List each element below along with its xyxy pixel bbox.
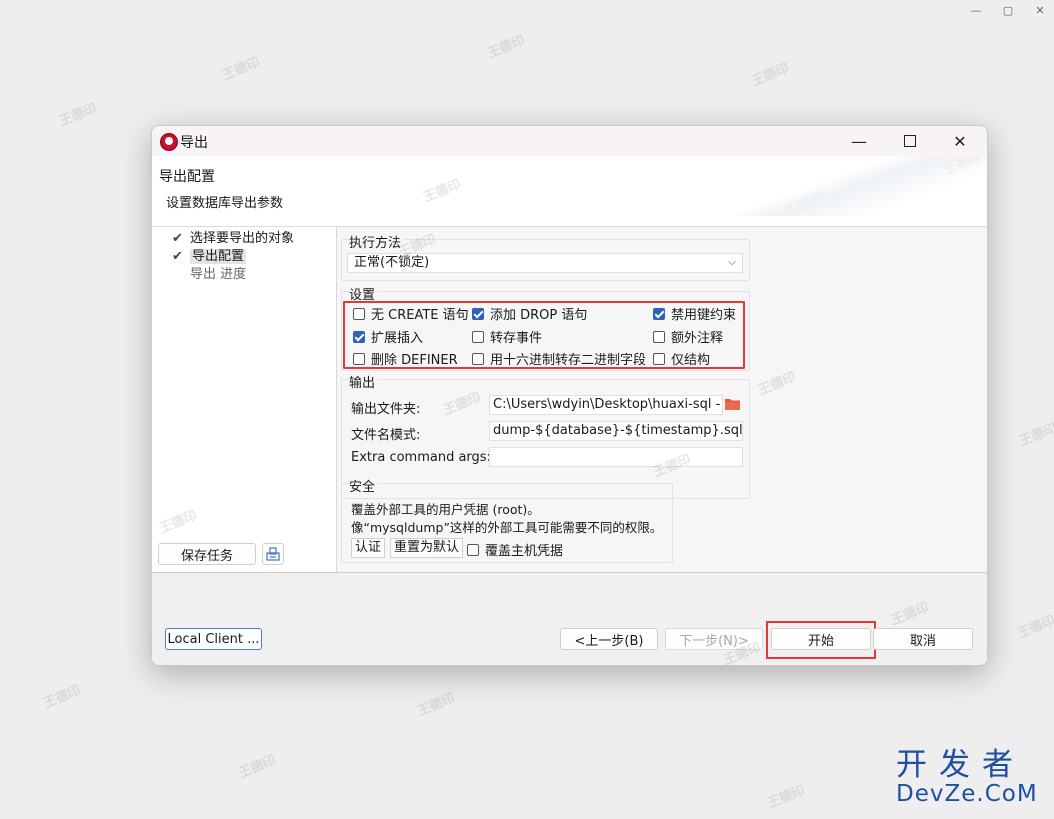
- watermark: 王德印: [765, 783, 808, 812]
- save-task-icon-button[interactable]: [262, 543, 284, 565]
- checkbox[interactable]: [353, 352, 365, 365]
- watermark: 王德印: [236, 753, 279, 782]
- maximize-button[interactable]: [888, 126, 932, 156]
- cancel-button[interactable]: 取消: [873, 628, 973, 650]
- output-folder-label: 输出文件夹:: [351, 402, 421, 417]
- dialog-footer: Local Client ... <上一步(B) 下一步(N)> 开始 取消 王…: [152, 572, 987, 665]
- brand-top-text: 开发者: [896, 747, 1025, 783]
- previous-button[interactable]: <上一步(B): [560, 628, 658, 650]
- watermark: 王德印: [1015, 613, 1054, 642]
- watermark: 王德印: [1017, 421, 1054, 450]
- watermark: 王德印: [889, 600, 932, 629]
- step-select-objects[interactable]: ✔ 选择要导出的对象: [172, 227, 294, 246]
- checkbox[interactable]: [472, 330, 484, 343]
- checkbox[interactable]: [653, 307, 665, 320]
- minimize-icon: —: [851, 131, 867, 151]
- start-button[interactable]: 开始: [771, 628, 871, 650]
- security-description-line1: 覆盖外部工具的用户凭据 (root)。: [351, 502, 540, 517]
- dialog-title: 导出: [180, 135, 208, 151]
- watermark: 王德印: [57, 101, 100, 130]
- local-client-button[interactable]: Local Client ...: [165, 628, 262, 650]
- checkbox[interactable]: [653, 352, 665, 365]
- check-icon: ✔: [172, 249, 183, 264]
- outer-minimize-icon[interactable]: —: [970, 4, 982, 17]
- step-export-config[interactable]: ✔ 导出配置: [172, 245, 247, 264]
- export-dialog: 导出 — ✕ 导出配置 设置数据库导出参数 王德印 王德印 王德印 ✔ 选择要导出…: [151, 125, 988, 666]
- watermark: 王德印: [756, 370, 799, 399]
- override-host-credentials[interactable]: 覆盖主机凭据: [467, 540, 563, 559]
- extra-args-label: Extra command args:: [351, 450, 491, 465]
- watermark: 王德印: [749, 61, 792, 90]
- watermark: 王德印: [941, 156, 984, 178]
- watermark: 王德印: [157, 508, 200, 537]
- watermark: 王德印: [485, 33, 528, 62]
- checkbox[interactable]: [467, 543, 479, 556]
- watermark: 王德印: [220, 55, 263, 84]
- dialog-titlebar: 导出 — ✕: [152, 126, 987, 156]
- output-folder-input[interactable]: C:\Users\wdyin\Desktop\huaxi-sql -1: [489, 395, 723, 415]
- extra-args-input[interactable]: [489, 447, 743, 467]
- page-header: 导出配置 设置数据库导出参数 王德印 王德印 王德印: [152, 156, 987, 227]
- save-task-button[interactable]: 保存任务: [158, 543, 256, 565]
- save-task-icon: [266, 547, 280, 561]
- checkbox[interactable]: [353, 330, 365, 343]
- watermark: 王德印: [421, 177, 464, 206]
- outer-close-icon[interactable]: ✕: [1034, 4, 1046, 17]
- option-no-create[interactable]: 无 CREATE 语句: [353, 304, 469, 323]
- option-extra-comments[interactable]: 额外注释: [653, 327, 723, 346]
- option-structure-only[interactable]: 仅结构: [653, 349, 710, 368]
- devze-logo: 开发者 DevZe.CoM: [896, 750, 1046, 806]
- filename-pattern-input[interactable]: dump-${database}-${timestamp}.sql: [489, 421, 743, 441]
- output-title: 输出: [349, 372, 379, 391]
- authenticate-button[interactable]: 认证: [351, 538, 386, 558]
- filename-pattern-label: 文件名模式:: [351, 428, 421, 443]
- outer-maximize-icon[interactable]: ▢: [1002, 4, 1014, 17]
- execution-method-select[interactable]: 正常(不锁定) ⌵: [347, 253, 743, 273]
- checkbox[interactable]: [472, 352, 484, 365]
- option-hex-blob[interactable]: 用十六进制转存二进制字段: [472, 349, 646, 368]
- close-button[interactable]: ✕: [938, 126, 982, 156]
- outer-window-controls: — ▢ ✕: [970, 4, 1046, 17]
- brand-bottom-text: DevZe.CoM: [896, 781, 1038, 807]
- option-dump-events[interactable]: 转存事件: [472, 327, 542, 346]
- maximize-icon: [904, 135, 916, 147]
- checkbox[interactable]: [472, 307, 484, 320]
- watermark: 王德印: [415, 691, 458, 720]
- minimize-button[interactable]: —: [837, 126, 881, 156]
- page-title: 导出配置: [159, 169, 215, 185]
- folder-icon[interactable]: [725, 398, 740, 410]
- security-title: 安全: [349, 476, 379, 495]
- wizard-steps-panel: ✔选择要导出的对象 ✔导出配置 导出 进度 王德印 王德印 保存任务: [152, 227, 337, 572]
- option-disable-keys[interactable]: 禁用键约束: [653, 304, 736, 323]
- check-icon: ✔: [172, 231, 183, 246]
- security-description-line2: 像“mysqldump”这样的外部工具可能需要不同的权限。: [351, 520, 663, 535]
- close-icon: ✕: [953, 131, 967, 151]
- option-remove-definer[interactable]: 删除 DEFINER: [353, 349, 458, 368]
- config-panel: 执行方法 正常(不锁定) ⌵ 设置 无 CREATE 语句 添加 DROP 语句…: [337, 227, 987, 572]
- app-logo-icon: [160, 133, 178, 151]
- option-extended-insert[interactable]: 扩展插入: [353, 327, 423, 346]
- page-subtitle: 设置数据库导出参数: [166, 196, 284, 211]
- watermark: 王德印: [783, 191, 826, 220]
- execution-title: 执行方法: [349, 232, 405, 251]
- option-add-drop[interactable]: 添加 DROP 语句: [472, 304, 587, 323]
- checkbox[interactable]: [653, 330, 665, 343]
- checkbox[interactable]: [353, 307, 365, 320]
- next-button[interactable]: 下一步(N)>: [665, 628, 763, 650]
- chevron-down-icon: ⌵: [728, 257, 736, 268]
- reset-default-button[interactable]: 重置为默认: [390, 538, 464, 558]
- watermark: 王德印: [41, 683, 84, 712]
- step-export-progress[interactable]: 导出 进度: [190, 263, 246, 282]
